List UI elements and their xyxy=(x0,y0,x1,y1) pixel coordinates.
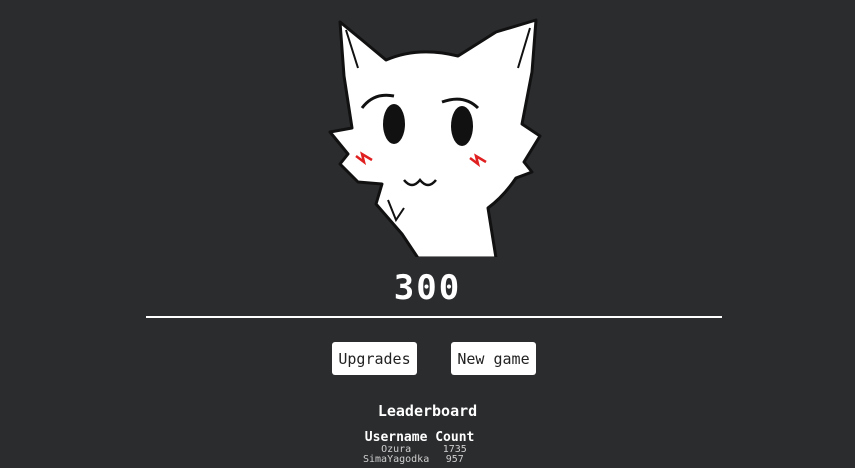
column-header-username: Username xyxy=(364,430,428,445)
leaderboard-title: Leaderboard xyxy=(377,402,478,420)
divider xyxy=(146,316,722,318)
column-header-count: Count xyxy=(435,430,475,445)
fox-eye-right xyxy=(451,106,473,146)
count-cell: 957 xyxy=(445,454,464,465)
click-counter: 300 xyxy=(393,268,462,308)
leaderboard-table: Username Count Ozura 1735 SimaYagodka 95… xyxy=(360,430,477,465)
leaderboard-header-row: Username Count xyxy=(360,430,477,445)
upgrades-button[interactable]: Upgrades xyxy=(332,342,417,375)
username-cell: SimaYagodka xyxy=(363,454,430,465)
fox-eye-left xyxy=(383,104,405,144)
table-row: SimaYagodka 957 xyxy=(360,455,477,465)
fox-character[interactable] xyxy=(318,12,548,257)
fox-body xyxy=(328,18,542,257)
new-game-button[interactable]: New game xyxy=(451,342,536,375)
